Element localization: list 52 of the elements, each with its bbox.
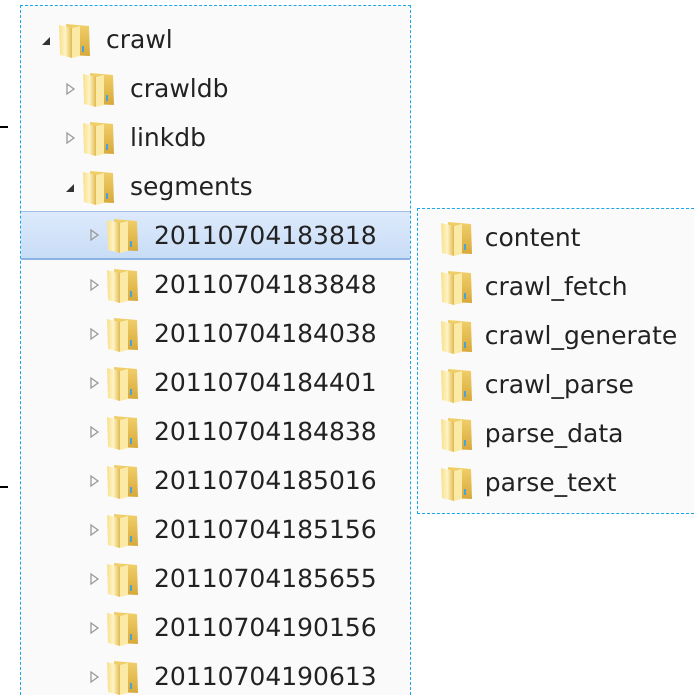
collapsed-arrow-icon[interactable] (88, 620, 100, 634)
folder-icon (440, 416, 473, 452)
collapsed-arrow-icon[interactable] (88, 572, 100, 586)
collapsed-arrow-icon[interactable] (64, 130, 76, 144)
tree-item[interactable]: 20110704185655 (21, 554, 410, 603)
folder-name[interactable]: parse_text (484, 468, 616, 497)
tree-item[interactable]: crawldb (21, 64, 410, 113)
tree-item[interactable]: 20110704184401 (21, 358, 410, 407)
tree-item[interactable]: crawl (21, 15, 410, 64)
tree-item[interactable]: segments (21, 162, 410, 211)
folder-icon (58, 22, 91, 58)
folder-icon (440, 268, 473, 304)
folder-icon (440, 318, 473, 354)
tree-item[interactable]: 20110704190613 (21, 652, 410, 695)
folder-name[interactable]: content (484, 223, 580, 252)
folder-icon (106, 658, 139, 694)
collapsed-arrow-icon[interactable] (64, 82, 76, 96)
collapsed-arrow-icon[interactable] (88, 376, 100, 390)
tree-item[interactable]: 20110704184838 (21, 407, 410, 456)
folder-name[interactable]: crawl_fetch (484, 272, 628, 301)
folder-name[interactable]: crawl_parse (484, 370, 634, 399)
folder-icon (106, 610, 139, 646)
tree-item[interactable]: 20110704183848 (21, 260, 410, 309)
collapsed-arrow-icon[interactable] (88, 670, 100, 684)
folder-icon (440, 220, 473, 256)
folder-icon (106, 266, 139, 302)
folder-icon (106, 364, 139, 400)
folder-name[interactable]: crawl_generate (484, 321, 678, 350)
tree-item[interactable]: 20110704184038 (21, 309, 410, 358)
folder-icon (106, 462, 139, 498)
folder-icon (82, 70, 115, 106)
folder-icon (106, 512, 139, 548)
collapsed-arrow-icon[interactable] (88, 278, 100, 292)
folder-icon (106, 560, 139, 596)
folder-icon (106, 414, 139, 450)
folder-icon (440, 464, 473, 500)
collapsed-arrow-icon[interactable] (88, 424, 100, 438)
folder-icon (106, 316, 139, 352)
collapsed-arrow-icon[interactable] (88, 326, 100, 340)
folder-icon (82, 168, 115, 204)
tree-item[interactable]: 20110704185156 (21, 505, 410, 554)
tree-item[interactable]: 20110704190156 (21, 603, 410, 652)
tree-item[interactable]: 20110704183818 (21, 211, 410, 260)
folder-icon (82, 120, 115, 156)
folder-icon (106, 217, 139, 253)
collapsed-arrow-icon[interactable] (88, 228, 100, 242)
tree-item[interactable]: 20110704185016 (21, 456, 410, 505)
collapsed-arrow-icon[interactable] (88, 474, 100, 488)
folder-name[interactable]: parse_data (484, 419, 624, 448)
folder-icon (440, 366, 473, 402)
collapsed-arrow-icon[interactable] (88, 522, 100, 536)
tree-item[interactable]: linkdb (21, 113, 410, 162)
